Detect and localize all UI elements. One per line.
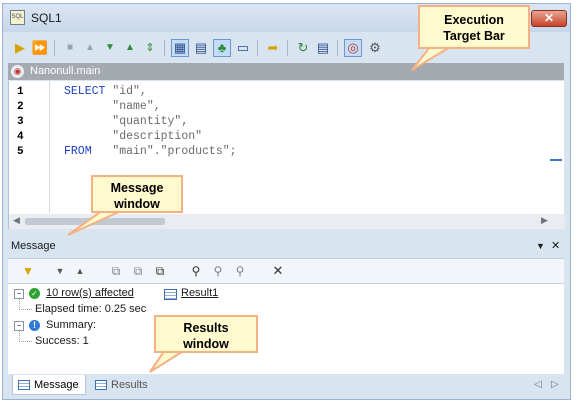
stop-icon[interactable]: ■ bbox=[61, 39, 79, 57]
scroll-position-marker bbox=[550, 159, 562, 161]
results-tab-icon bbox=[95, 380, 107, 390]
target-label: Nanonull.main bbox=[30, 65, 101, 77]
first-statement-icon[interactable]: ▲ bbox=[81, 39, 99, 57]
line-number: 1 bbox=[17, 86, 24, 98]
copy-icon[interactable]: ⧉ bbox=[108, 263, 124, 279]
close-button[interactable]: ✕ bbox=[531, 10, 567, 27]
execution-target-bar[interactable]: ◉ Nanonull.main bbox=[8, 63, 564, 80]
scrollbar-thumb[interactable] bbox=[25, 218, 165, 225]
tab-message[interactable]: Message bbox=[12, 375, 86, 395]
find-next-icon[interactable]: ⚲ bbox=[210, 263, 226, 279]
success-count-text: Success: 1 bbox=[35, 335, 89, 347]
form-view-icon[interactable]: ▤ bbox=[192, 39, 210, 57]
tab-results[interactable]: Results bbox=[90, 375, 160, 395]
clear-icon[interactable]: ✕ bbox=[270, 263, 286, 279]
close-panel-icon[interactable]: ✕ bbox=[551, 237, 560, 255]
code-line: "name", bbox=[64, 100, 161, 113]
callout-execution-target-bar-cover: Execution Target Bar bbox=[418, 5, 530, 49]
tab-results-label: Results bbox=[111, 379, 148, 391]
scroll-left-icon[interactable]: ◀ bbox=[13, 215, 20, 226]
summary-text: Summary: bbox=[46, 319, 97, 331]
code-line: FROM "main"."products"; bbox=[64, 145, 237, 158]
stacked-view-icon[interactable]: ♣ bbox=[213, 39, 231, 57]
sql-editor-window: SQL SQL1 ✕ ▶ ⏩ ■ ▲ ▼ ▲ ⇕ ▦ ▤ ♣ ▭ ➦ ↻ ▤ ◎… bbox=[2, 3, 571, 400]
sql-file-icon: SQL bbox=[10, 10, 25, 25]
output-tabs: Message Results ◁ ▷ bbox=[8, 375, 564, 396]
tab-scroll-left-icon[interactable]: ◁ bbox=[534, 379, 542, 390]
callout-message-window: Message window bbox=[91, 175, 183, 213]
result1-link[interactable]: Result1 bbox=[181, 287, 218, 299]
callout-results-window: Results window bbox=[154, 315, 258, 353]
last-statement-icon[interactable]: ⇕ bbox=[141, 39, 159, 57]
line-number-gutter: 1 2 3 4 5 bbox=[9, 81, 50, 213]
copy-selected-icon[interactable]: ⧉ bbox=[130, 263, 146, 279]
callout-label: Message window bbox=[110, 181, 164, 211]
compass-icon: ◉ bbox=[11, 65, 24, 78]
elapsed-time-text: Elapsed time: 0.25 sec bbox=[35, 303, 147, 315]
window-title: SQL1 bbox=[31, 11, 62, 25]
text-view-icon[interactable]: ▭ bbox=[234, 39, 252, 57]
line-number: 2 bbox=[17, 101, 24, 113]
message-panel-header: Message ▼ ✕ bbox=[8, 237, 564, 255]
next-statement-icon[interactable]: ▲ bbox=[121, 39, 139, 57]
message-tab-icon bbox=[18, 380, 30, 390]
find-previous-icon[interactable]: ⚲ bbox=[232, 263, 248, 279]
callout-label: Results window bbox=[183, 321, 229, 351]
message-window: − ✓ 10 row(s) affected Result1 Elapsed t… bbox=[8, 284, 564, 374]
success-check-icon: ✓ bbox=[29, 288, 40, 299]
code-line: "quantity", bbox=[64, 115, 189, 128]
line-number: 5 bbox=[17, 146, 24, 158]
grid-view-icon[interactable]: ▦ bbox=[171, 39, 189, 57]
collapse-toggle-icon[interactable]: − bbox=[14, 289, 24, 299]
collapse-toggle-icon[interactable]: − bbox=[14, 321, 24, 331]
result-grid-icon bbox=[164, 289, 177, 300]
export-icon[interactable]: ➦ bbox=[264, 39, 282, 57]
code-line: SELECT "id", bbox=[64, 85, 147, 98]
tab-message-label: Message bbox=[34, 379, 79, 391]
info-icon: ! bbox=[29, 320, 40, 331]
properties-icon[interactable]: ⚙ bbox=[366, 39, 384, 57]
pin-dropdown-icon[interactable]: ▼ bbox=[536, 237, 545, 255]
tab-scroll-right-icon[interactable]: ▷ bbox=[551, 379, 559, 390]
previous-message-icon[interactable]: ▲ bbox=[72, 263, 88, 279]
scroll-right-icon[interactable]: ▶ bbox=[541, 215, 548, 226]
editor-toolbar: ▶ ⏩ ■ ▲ ▼ ▲ ⇕ ▦ ▤ ♣ ▭ ➦ ↻ ▤ ◎ ⚙ bbox=[6, 36, 406, 60]
code-line: "description" bbox=[64, 130, 203, 143]
callout-label: Execution Target Bar bbox=[443, 13, 505, 43]
refresh-icon[interactable]: ↻ bbox=[294, 39, 312, 57]
previous-statement-icon[interactable]: ▼ bbox=[101, 39, 119, 57]
target-bar-toggle-icon[interactable]: ◎ bbox=[344, 39, 362, 57]
rows-affected-link[interactable]: 10 row(s) affected bbox=[46, 287, 134, 299]
line-number: 3 bbox=[17, 116, 24, 128]
execute-icon[interactable]: ▶ bbox=[11, 39, 29, 57]
filter-icon[interactable]: ▼ bbox=[20, 263, 36, 279]
line-number: 4 bbox=[17, 131, 24, 143]
find-icon[interactable]: ⚲ bbox=[188, 263, 204, 279]
message-panel-title: Message bbox=[11, 240, 56, 252]
horizontal-scrollbar[interactable]: ◀ ▶ bbox=[9, 214, 565, 229]
copy-all-icon[interactable]: ⧉ bbox=[152, 263, 168, 279]
next-message-icon[interactable]: ▼ bbox=[52, 263, 68, 279]
execute-for-data-editing-icon[interactable]: ⏩ bbox=[31, 39, 49, 57]
script-icon[interactable]: ▤ bbox=[314, 39, 332, 57]
message-toolbar: ▼ ▼ ▲ ⧉ ⧉ ⧉ ⚲ ⚲ ⚲ ✕ bbox=[8, 258, 564, 284]
